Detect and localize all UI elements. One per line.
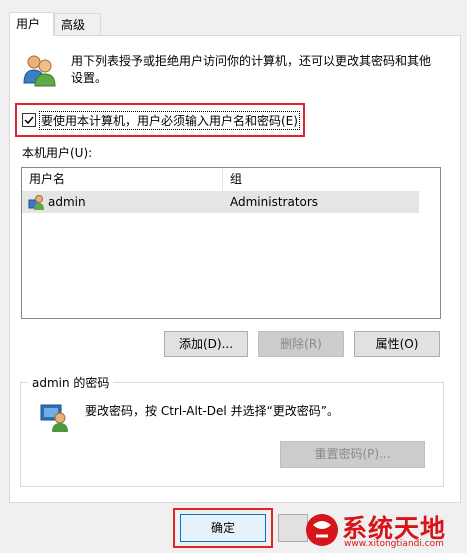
users-icon (22, 53, 56, 87)
password-instruction-text: 要改密码，按 Ctrl-Alt-Del 并选择“更改密码”。 (85, 404, 340, 418)
table-row[interactable]: admin Administrators (22, 191, 419, 213)
checkbox-box[interactable] (22, 113, 36, 127)
properties-button[interactable]: 属性(O) (354, 331, 440, 357)
watermark-url: www.xitongtiandi.com (344, 539, 444, 549)
add-button[interactable]: 添加(D)... (164, 331, 248, 357)
list-header: 用户名 组 (22, 168, 419, 192)
checkbox-label: 要使用本计算机，用户必须输入用户名和密码(E) (39, 110, 300, 130)
column-header-group[interactable]: 组 (223, 168, 420, 191)
row-group: Administrators (230, 195, 319, 209)
remove-button[interactable]: 删除(R) (258, 331, 344, 357)
must-enter-password-checkbox[interactable]: 要使用本计算机，用户必须输入用户名和密码(E) (22, 110, 300, 130)
user-icon (28, 194, 44, 210)
checkmark-icon (24, 116, 34, 125)
row-username: admin (48, 195, 86, 209)
tab-users[interactable]: 用户 (9, 12, 54, 36)
users-listview[interactable]: 用户名 组 admin Administrators (21, 167, 441, 319)
column-header-username[interactable]: 用户名 (22, 168, 223, 191)
password-group-title: admin 的密码 (28, 374, 114, 391)
tab-advanced-label: 高级 (61, 18, 86, 32)
watermark-icon (306, 514, 338, 546)
users-label: 本机用户(U): (22, 146, 93, 160)
tab-users-label: 用户 (16, 17, 41, 31)
password-groupbox (20, 382, 444, 487)
ok-button[interactable]: 确定 (180, 514, 266, 542)
watermark-logo: 系统天地 www.xitongtiandi.com (300, 509, 467, 553)
vertical-scrollbar[interactable] (420, 168, 440, 318)
reset-password-button[interactable]: 重置密码(P)... (280, 441, 425, 468)
intro-text: 用下列表授予或拒绝用户访问你的计算机，还可以更改其密码和其他设置。 (71, 54, 432, 85)
tab-advanced[interactable]: 高级 (54, 13, 101, 35)
change-password-icon (39, 402, 69, 432)
